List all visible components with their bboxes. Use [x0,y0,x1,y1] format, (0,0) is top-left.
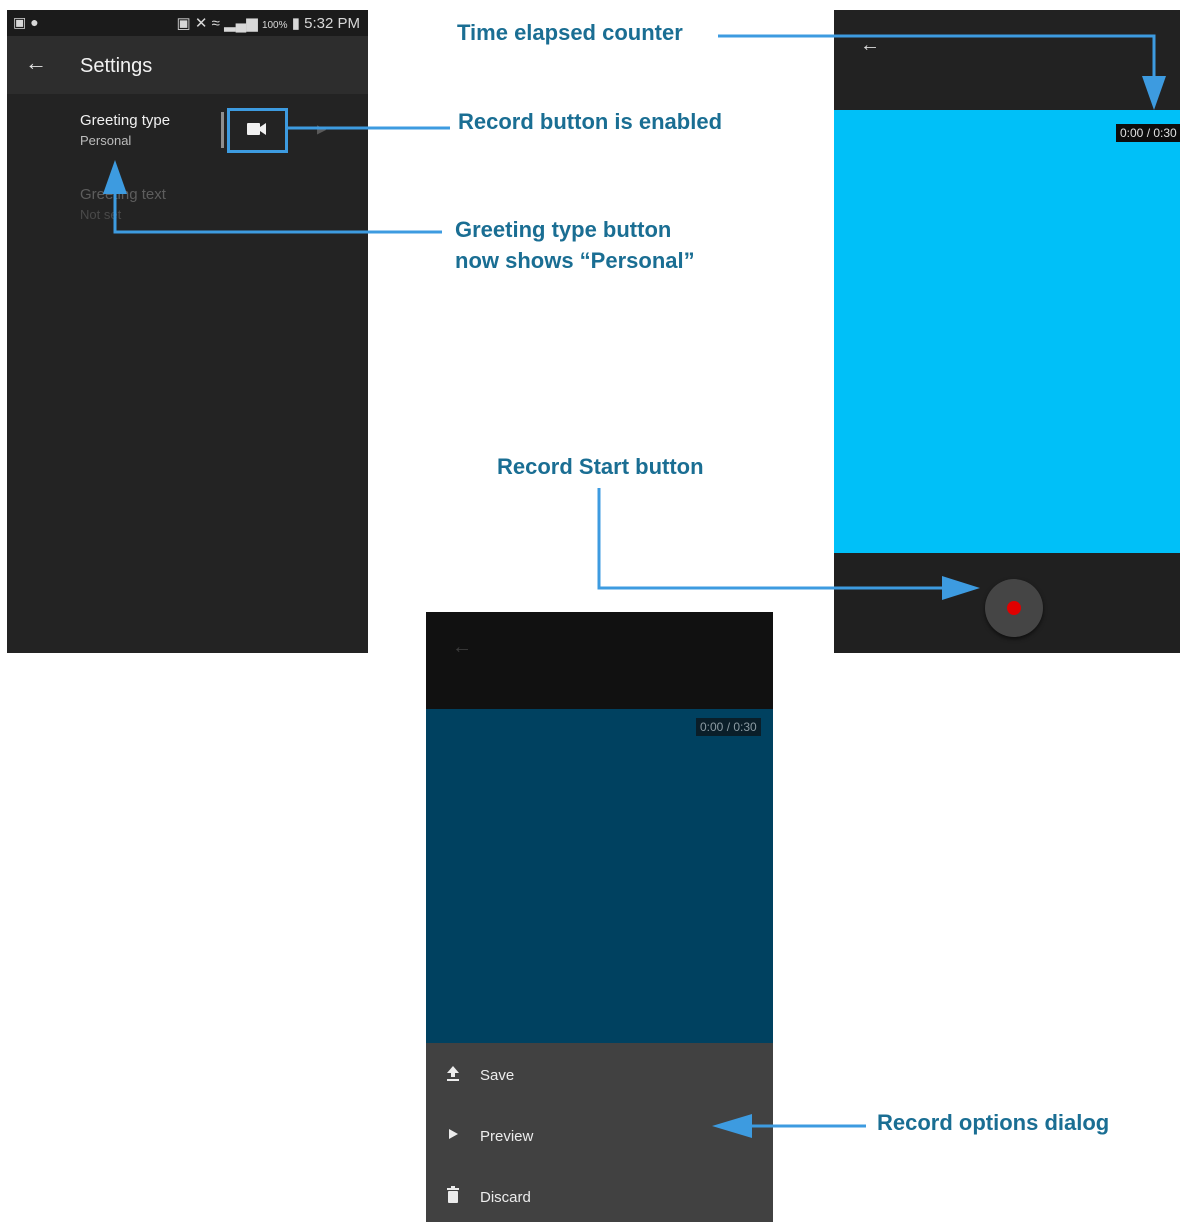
record-start-callout-line [597,488,944,590]
arrowhead-icon [712,1114,752,1138]
arrowhead-icon [103,160,127,194]
greeting-type-callout-line [113,190,442,234]
arrowhead-icon [942,576,980,600]
callout-overlay [103,34,1166,1138]
arrowhead-icon [1142,76,1166,110]
time-elapsed-callout-line [718,34,1156,78]
